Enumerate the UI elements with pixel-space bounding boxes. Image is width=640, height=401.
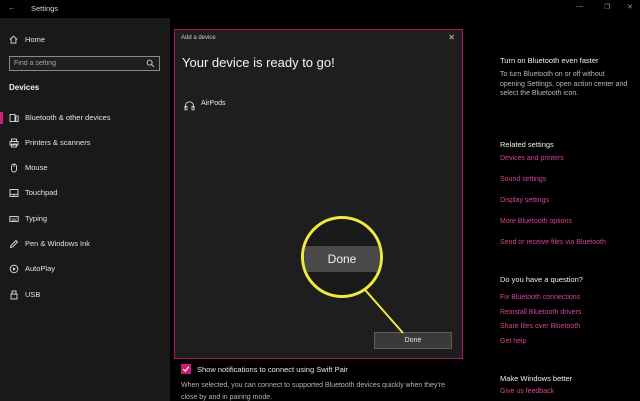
dialog-heading: Your device is ready to go!	[182, 55, 335, 70]
section-title-devices: Devices	[9, 83, 40, 92]
home-nav[interactable]: Home	[9, 33, 45, 45]
sidebar-item-label: Mouse	[25, 163, 48, 172]
sidebar-item-mouse[interactable]: Mouse	[0, 159, 170, 177]
back-arrow-icon[interactable]: ←	[8, 3, 16, 12]
pen-icon	[9, 239, 19, 249]
link-display-settings[interactable]: Display settings	[500, 197, 549, 204]
swift-pair-label: Show notifications to connect using Swif…	[197, 365, 348, 374]
sidebar-item-label: USB	[25, 290, 41, 299]
sidebar-item-bluetooth[interactable]: Bluetooth & other devices	[0, 109, 170, 127]
printer-icon	[9, 138, 19, 148]
dialog-title-bar: Add a device ✕	[175, 30, 462, 46]
sidebar-item-label: Pen & Windows Ink	[25, 239, 91, 248]
usb-icon	[10, 290, 18, 300]
question-heading: Do you have a question?	[500, 275, 583, 284]
link-reinstall-drivers[interactable]: Reinstall Bluetooth drivers	[500, 309, 581, 316]
bluetooth-devices-icon	[9, 114, 19, 122]
link-sound-settings[interactable]: Sound settings	[500, 176, 546, 183]
link-send-receive-files[interactable]: Send or receive files via Bluetooth	[500, 239, 606, 246]
link-give-feedback[interactable]: Give us feedback	[500, 388, 554, 395]
related-settings-heading: Related settings	[500, 140, 554, 149]
checkmark-icon	[182, 366, 190, 373]
app-title: Settings	[31, 4, 59, 13]
link-share-files[interactable]: Share files over Bluetooth	[500, 323, 580, 330]
autoplay-icon	[9, 264, 19, 274]
sidebar-item-label: Bluetooth & other devices	[25, 113, 111, 122]
sidebar-item-touchpad[interactable]: Touchpad	[0, 184, 170, 202]
sidebar-item-typing[interactable]: Typing	[0, 210, 170, 228]
bt-faster-heading: Turn on Bluetooth even faster	[500, 56, 599, 65]
device-name: AirPods	[201, 100, 226, 107]
home-label: Home	[25, 34, 46, 44]
close-icon[interactable]: ✕	[627, 3, 633, 11]
add-device-dialog: Add a device ✕ Your device is ready to g…	[174, 29, 463, 359]
link-more-bluetooth[interactable]: More Bluetooth options	[500, 218, 572, 225]
callout-magnifier: Done	[301, 216, 383, 298]
link-get-help[interactable]: Get help	[500, 338, 526, 345]
sidebar-item-pen[interactable]: Pen & Windows Ink	[0, 235, 170, 253]
maximize-icon[interactable]: ❐	[604, 3, 610, 11]
headphones-icon	[184, 101, 195, 111]
swift-pair-checkbox[interactable]	[181, 364, 191, 374]
sidebar-item-label: AutoPlay	[25, 264, 56, 273]
minimize-icon[interactable]: —	[576, 3, 583, 10]
keyboard-icon	[9, 216, 19, 222]
sidebar-item-usb[interactable]: USB	[0, 286, 170, 304]
done-button[interactable]: Done	[374, 332, 452, 349]
search-box[interactable]	[9, 56, 160, 71]
sidebar-item-autoplay[interactable]: AutoPlay	[0, 260, 170, 278]
sidebar-item-label: Typing	[25, 214, 48, 223]
sidebar-item-printers[interactable]: Printers & scanners	[0, 134, 170, 152]
link-fix-bluetooth[interactable]: Fix Bluetooth connections	[500, 294, 580, 301]
sidebar-item-label: Touchpad	[25, 188, 58, 197]
link-devices-printers[interactable]: Devices and printers	[500, 155, 564, 162]
dialog-title: Add a device	[181, 35, 216, 41]
bt-faster-text: To turn Bluetooth on or off without open…	[500, 71, 628, 97]
touchpad-icon	[9, 189, 19, 197]
search-input[interactable]	[10, 57, 140, 70]
dialog-close-icon[interactable]: ✕	[448, 33, 455, 42]
swift-pair-description: When selected, you can connect to suppor…	[181, 382, 445, 401]
mouse-icon	[11, 163, 17, 173]
search-icon[interactable]	[146, 59, 155, 68]
make-windows-better-heading: Make Windows better	[500, 374, 573, 383]
sidebar: Home Devices Bluetooth & other devices P…	[0, 18, 170, 401]
callout-done-label: Done	[304, 246, 380, 272]
title-bar: ← Settings — ❐ ✕	[0, 0, 640, 18]
home-icon	[9, 34, 18, 44]
sidebar-item-label: Printers & scanners	[25, 138, 91, 147]
active-indicator	[0, 112, 3, 124]
